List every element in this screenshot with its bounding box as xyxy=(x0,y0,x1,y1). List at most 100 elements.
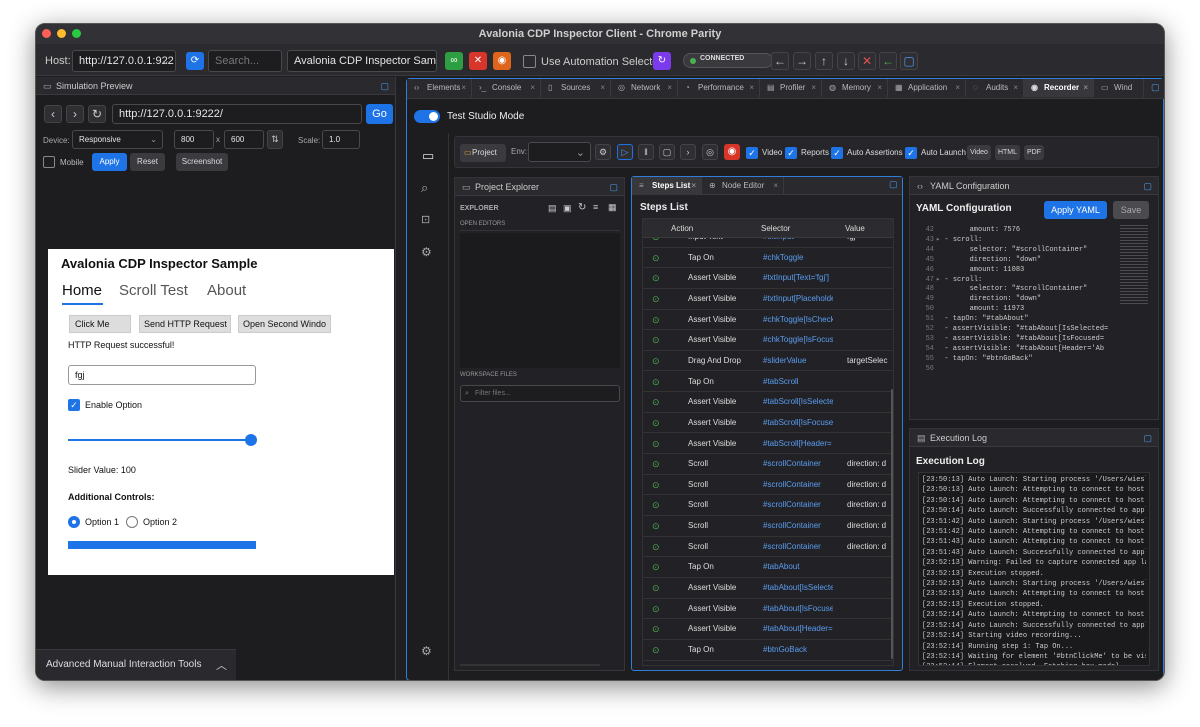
reports-checkbox[interactable]: ✓ xyxy=(785,147,797,159)
gear-icon[interactable]: ⚙ xyxy=(421,644,432,658)
video-checkbox[interactable]: ✓ xyxy=(746,147,758,159)
tab-steps-list[interactable]: ≡ Steps List × xyxy=(632,177,702,195)
auto-launch-checkbox[interactable]: ✓ xyxy=(905,147,917,159)
pause-icon[interactable]: ‖ xyxy=(638,144,654,160)
go-button[interactable]: Go xyxy=(366,104,393,124)
table-row[interactable]: ⊙ Scroll #scrollContainer direction: d xyxy=(643,537,893,558)
table-row[interactable]: ⊙ Scroll #scrollContainer direction: d xyxy=(643,475,893,496)
nav-forward-icon[interactable]: › xyxy=(66,105,84,123)
option1-radio[interactable] xyxy=(68,516,80,528)
table-row[interactable]: ⊙ Tap On #btnGoBack xyxy=(643,640,893,661)
close-icon[interactable]: × xyxy=(600,79,605,97)
tab-sources[interactable]: ▯ Sources × xyxy=(541,79,611,97)
close-icon[interactable]: × xyxy=(749,79,754,97)
test-studio-toggle[interactable] xyxy=(414,110,440,123)
table-row[interactable]: ⊙ Assert Visible #txtInput[Placeholder xyxy=(643,289,893,310)
steps-scrollbar[interactable] xyxy=(891,389,893,659)
filter-files-input[interactable]: ⌕ Filter files... xyxy=(460,385,620,402)
maximize-window-button[interactable] xyxy=(72,29,81,38)
close-icon[interactable]: × xyxy=(691,177,696,195)
refresh-icon[interactable]: ↻ xyxy=(578,202,586,213)
close-icon[interactable]: × xyxy=(1013,79,1018,97)
play-icon[interactable]: ▷ xyxy=(617,144,633,160)
new-folder-icon[interactable]: ▣ xyxy=(563,203,572,214)
auto-assertions-checkbox[interactable]: ✓ xyxy=(831,147,843,159)
disconnect-icon[interactable]: ✕ xyxy=(469,52,487,70)
tab-performance[interactable]: ◔ Performance × xyxy=(678,79,760,97)
tab-network[interactable]: ◎ Network × xyxy=(611,79,678,97)
tab-recorder[interactable]: ◉ Recorder × xyxy=(1024,79,1094,97)
table-row[interactable]: ⊙ Assert Visible #chkToggle[IsFocused xyxy=(643,330,893,351)
search-icon[interactable]: ⌕ xyxy=(421,180,428,196)
enable-option-checkbox[interactable]: ✓ xyxy=(68,399,80,411)
step-icon[interactable]: › xyxy=(680,144,696,160)
sort-icon[interactable]: ≡ xyxy=(593,202,598,212)
apply-yaml-button[interactable]: Apply YAML xyxy=(1044,201,1107,219)
automation-checkbox[interactable] xyxy=(523,55,536,68)
tab-node-editor[interactable]: ⊕ Node Editor × xyxy=(702,177,784,195)
table-row[interactable]: ⊙ Tap On #tabScroll xyxy=(643,372,893,393)
height-input[interactable]: 600 xyxy=(224,130,264,149)
table-row[interactable]: ⊙ Assert Visible #chkToggle[IsChecked xyxy=(643,310,893,331)
option2-radio[interactable] xyxy=(126,516,138,528)
table-row[interactable]: ⊙ Assert Visible #tabScroll[Header= xyxy=(643,434,893,455)
table-row[interactable]: ⊙ Assert Visible #tabAbout[IsFocused xyxy=(643,599,893,620)
app-select[interactable]: Avalonia CDP Inspector Samp ⌄ xyxy=(287,50,437,72)
tab-audits[interactable]: ◌ Audits × xyxy=(966,79,1024,97)
table-row[interactable]: ⊙ Assert Visible #txtInput[Text='fgj'] xyxy=(643,268,893,289)
tab-window[interactable]: ▭ Wind xyxy=(1094,79,1144,97)
apply-button[interactable]: Apply xyxy=(92,153,127,171)
link-icon[interactable]: ∞ xyxy=(445,52,463,70)
reload-icon[interactable]: ↻ xyxy=(88,105,106,123)
table-row[interactable]: ⊙ Tap On #tabAbout xyxy=(643,557,893,578)
yaml-editor[interactable]: 42 amount: 7576 43 ▸ - scroll: 44 selector:… xyxy=(916,225,1116,415)
tab-memory[interactable]: ◍ Memory × xyxy=(822,79,888,97)
maximize-icon[interactable]: ▢ xyxy=(889,179,898,190)
host-input[interactable]: http://127.0.0.1:922 ⌄ xyxy=(72,50,176,72)
video-export-button[interactable]: Video xyxy=(967,145,991,160)
slider-thumb[interactable] xyxy=(245,434,257,446)
grid-icon[interactable]: ▦ xyxy=(608,202,617,213)
tab-scroll-test[interactable]: Scroll Test xyxy=(119,282,188,299)
tab-application[interactable]: ▦ Application × xyxy=(888,79,966,97)
advanced-tools-bar[interactable]: Advanced Manual Interaction Tools ︿ xyxy=(36,649,236,680)
close-icon[interactable]: × xyxy=(461,79,466,97)
html-export-button[interactable]: HTML xyxy=(995,145,1020,160)
tab-elements[interactable]: ‹› Elements × xyxy=(407,79,472,97)
close-icon[interactable]: × xyxy=(667,79,672,97)
env-select[interactable]: ⌄ xyxy=(528,142,591,162)
maximize-icon[interactable]: ▢ xyxy=(1143,177,1152,195)
close-icon[interactable]: × xyxy=(877,79,882,97)
reset-button[interactable]: Reset xyxy=(130,153,165,171)
table-row[interactable]: ⊙ Scroll #scrollContainer direction: d xyxy=(643,516,893,537)
window-icon[interactable]: ▢ xyxy=(900,52,918,70)
arrow-up-icon[interactable]: ↑ xyxy=(815,52,833,70)
close-window-button[interactable] xyxy=(42,29,51,38)
stop-icon[interactable]: ▢ xyxy=(659,144,675,160)
settings-icon[interactable]: ⚙ xyxy=(421,245,432,259)
table-row[interactable]: ⊙ Scroll #scrollContainer direction: d xyxy=(643,454,893,475)
tab-about[interactable]: About xyxy=(207,282,246,299)
mobile-checkbox[interactable] xyxy=(43,156,55,168)
target-icon[interactable]: ◎ xyxy=(702,144,718,160)
search-input[interactable]: Search... xyxy=(208,50,282,72)
width-input[interactable]: 800 xyxy=(174,130,214,149)
arrow-down-icon[interactable]: ↓ xyxy=(837,52,855,70)
maximize-icon[interactable]: ▢ xyxy=(609,178,618,196)
fold-icon[interactable] xyxy=(936,365,944,373)
refresh-icon[interactable]: ⟳ xyxy=(186,52,204,70)
settings-icon[interactable]: ⚙ xyxy=(595,144,611,160)
arrow-right-icon[interactable]: → xyxy=(793,52,811,70)
table-row[interactable]: ⊙ Tap On #chkToggle xyxy=(643,248,893,269)
explorer-scrollbar[interactable] xyxy=(460,664,600,666)
close-icon[interactable]: × xyxy=(955,79,960,97)
table-row[interactable]: ⊙ Assert Visible #tabScroll[IsSelected xyxy=(643,392,893,413)
open-second-window-button[interactable]: Open Second Windo xyxy=(238,315,331,333)
text-input[interactable]: fgj xyxy=(68,365,256,385)
nav-back-icon[interactable]: ‹ xyxy=(44,105,62,123)
tab-profiler[interactable]: ▤ Profiler × xyxy=(760,79,822,97)
save-yaml-button[interactable]: Save xyxy=(1113,201,1149,219)
table-row[interactable]: ⊙ Assert Visible #tabAbout[Header= xyxy=(643,619,893,640)
close-icon[interactable]: × xyxy=(1083,79,1088,97)
table-row[interactable]: ⊙ Assert Visible #tabAbout[IsSelected xyxy=(643,578,893,599)
